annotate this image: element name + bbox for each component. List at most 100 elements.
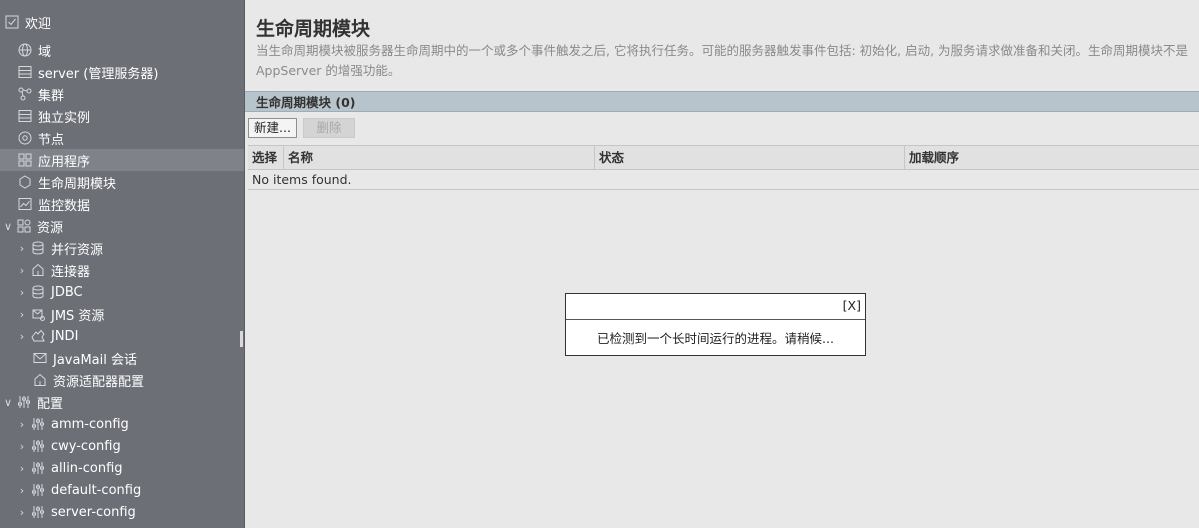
chevron-right-icon[interactable]: › [16, 264, 28, 277]
server-icon [17, 108, 33, 124]
sidebar-item-label: JNDI [51, 328, 79, 344]
sidebar-item-label: JMS 资源 [51, 308, 105, 324]
sidebar-item[interactable]: 生命周期模块 [0, 171, 244, 193]
sidebar-item-label: default-config [51, 482, 142, 498]
sidebar-item-label: 连接器 [51, 264, 91, 280]
applications-icon [17, 152, 33, 168]
sidebar-nav: 欢迎域 server (管理服务器) 集群 独立实例 节点 应用程序 生命周期模块 监控数据 ∨… [0, 0, 245, 528]
globe-icon [17, 42, 33, 58]
chevron-down-icon[interactable]: ∨ [2, 396, 14, 409]
delete-button[interactable]: 删除 [303, 118, 355, 138]
column-header-load-order[interactable]: 加载顺序 [905, 146, 1199, 169]
lifecycle-icon [17, 174, 33, 190]
table-caption: 生命周期模块 (0) [245, 91, 1199, 112]
sidebar-item-label: 监控数据 [38, 198, 91, 214]
sidebar-item-label: 集群 [38, 88, 65, 104]
connector-icon [30, 262, 46, 278]
dialog-message: 已检测到一个长时间运行的进程。请稍候... [597, 331, 834, 346]
sidebar-item[interactable]: › cwy-config [0, 435, 244, 457]
sidebar-item[interactable]: 应用程序 [0, 149, 244, 171]
sidebar-resize-handle[interactable] [240, 331, 243, 347]
table-empty-row: No items found. [248, 169, 1199, 190]
sidebar-item-label: allin-config [51, 460, 123, 476]
table-header: 选择 名称 状态 加载顺序 [248, 145, 1199, 170]
sidebar-item-label: amm-config [51, 416, 129, 432]
sidebar-item[interactable]: 节点 [0, 127, 244, 149]
page-description-line2: AppServer 的增强功能。 [256, 63, 401, 78]
sidebar-item[interactable]: 域 [0, 39, 244, 61]
sidebar-item[interactable]: › JMS 资源 [0, 303, 244, 325]
sidebar-item-label: server-config [51, 504, 136, 520]
column-header-select[interactable]: 选择 [248, 146, 284, 169]
sidebar-item-label: 资源 [37, 220, 64, 236]
config-icon [30, 482, 46, 498]
chevron-right-icon[interactable]: › [16, 506, 28, 519]
sidebar-item[interactable]: 资源适配器配置 [0, 369, 244, 391]
sidebar-item-label: 节点 [38, 132, 65, 148]
sidebar-item[interactable]: ∨ 资源 [0, 215, 244, 237]
config-icon [30, 416, 46, 432]
sidebar-item-label: JDBC [51, 284, 83, 300]
sidebar-item-label: 资源适配器配置 [53, 374, 145, 390]
column-header-name[interactable]: 名称 [284, 146, 595, 169]
sidebar-item-label: 域 [38, 44, 52, 60]
connector-icon [32, 372, 48, 388]
chevron-right-icon[interactable]: › [16, 308, 28, 321]
sidebar-item-label: 并行资源 [51, 242, 104, 258]
page-description: 当生命周期模块被服务器生命周期中的一个或多个事件触发之后, 它将执行任务。可能的… [256, 43, 1189, 58]
chevron-right-icon[interactable]: › [16, 330, 28, 343]
sidebar-item[interactable]: 监控数据 [0, 193, 244, 215]
server-icon [17, 64, 33, 80]
chevron-right-icon[interactable]: › [16, 418, 28, 431]
checkbox-icon [4, 14, 20, 30]
chevron-right-icon[interactable]: › [16, 286, 28, 299]
node-icon [17, 130, 33, 146]
chevron-right-icon[interactable]: › [16, 242, 28, 255]
sidebar-item-label: 配置 [37, 396, 64, 412]
chevron-right-icon[interactable]: › [16, 462, 28, 475]
chevron-right-icon[interactable]: › [16, 440, 28, 453]
config-icon [16, 394, 32, 410]
column-header-status[interactable]: 状态 [595, 146, 905, 169]
sidebar-item[interactable]: › JNDI [0, 325, 244, 347]
sidebar-item[interactable]: › amm-config [0, 413, 244, 435]
database-icon [30, 240, 46, 256]
sidebar-item[interactable]: 集群 [0, 83, 244, 105]
new-button[interactable]: 新建... [248, 118, 297, 138]
dialog-header: [X] [566, 294, 865, 320]
mail-icon [32, 350, 48, 366]
sidebar-item[interactable]: › 并行资源 [0, 237, 244, 259]
config-icon [30, 438, 46, 454]
sidebar-item[interactable]: › default-config [0, 479, 244, 501]
chevron-down-icon[interactable]: ∨ [2, 220, 14, 233]
sidebar-item-label: server (管理服务器) [38, 66, 159, 82]
sidebar-item[interactable]: › allin-config [0, 457, 244, 479]
sidebar-item-label: JavaMail 会话 [53, 352, 137, 368]
sidebar-item[interactable]: JavaMail 会话 [0, 347, 244, 369]
monitoring-icon [17, 196, 33, 212]
jndi-icon [30, 328, 46, 344]
cluster-icon [17, 86, 33, 102]
sidebar-item-label: 独立实例 [38, 110, 91, 126]
config-icon [30, 504, 46, 520]
sidebar-item-label: 欢迎 [25, 16, 52, 32]
sidebar-item[interactable]: › server-config [0, 501, 244, 523]
chevron-right-icon[interactable]: › [16, 484, 28, 497]
progress-dialog: [X] 已检测到一个长时间运行的进程。请稍候... [565, 293, 866, 356]
database-icon [30, 284, 46, 300]
dialog-close-button[interactable]: [X] [843, 298, 861, 313]
sidebar-item-label: 生命周期模块 [38, 176, 117, 192]
sidebar-item[interactable]: server (管理服务器) [0, 61, 244, 83]
sidebar-item[interactable]: 欢迎 [0, 11, 244, 33]
sidebar-item[interactable]: ∨ 配置 [0, 391, 244, 413]
sidebar-item-label: 应用程序 [38, 154, 91, 170]
main-content: 生命周期模块 当生命周期模块被服务器生命周期中的一个或多个事件触发之后, 它将执… [245, 0, 1199, 528]
config-icon [30, 460, 46, 476]
sidebar-item[interactable]: › JDBC [0, 281, 244, 303]
sidebar-item-label: cwy-config [51, 438, 121, 454]
jms-icon [30, 306, 46, 322]
sidebar-item[interactable]: 独立实例 [0, 105, 244, 127]
resources-icon [16, 218, 32, 234]
sidebar-item[interactable]: › 连接器 [0, 259, 244, 281]
page-title: 生命周期模块 [256, 18, 371, 40]
